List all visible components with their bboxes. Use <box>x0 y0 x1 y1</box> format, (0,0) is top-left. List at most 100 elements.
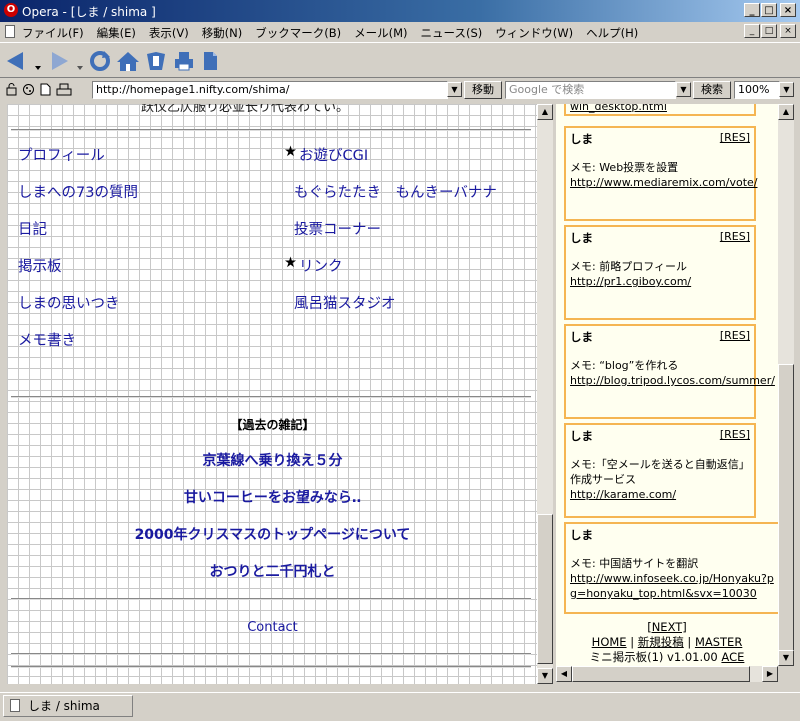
home-icon[interactable] <box>116 50 140 72</box>
new-post-link[interactable]: 新規投稿 <box>638 635 684 649</box>
document-icon <box>5 25 15 38</box>
menu-edit[interactable]: 編集(E) <box>97 25 136 41</box>
reload-icon[interactable] <box>88 50 112 72</box>
side-scrollbar[interactable]: ▲ ▼ <box>778 104 794 666</box>
print-icon[interactable] <box>173 50 195 72</box>
res-link[interactable]: [RES] <box>720 329 750 342</box>
forward-icon[interactable] <box>48 50 70 72</box>
menu-news[interactable]: ニュース(S) <box>421 25 483 41</box>
link-mole-monkey[interactable]: もぐらたたき もんきーバナナ <box>294 181 497 202</box>
link-vote-corner[interactable]: 投票コーナー <box>294 218 381 239</box>
divider <box>11 666 531 668</box>
mdi-restore-button[interactable]: □ <box>761 24 777 38</box>
address-bar: http://homepage1.nifty.com/shima/ ▼ 移動 G… <box>0 79 800 101</box>
post-url[interactable]: http://blog.tripod.lycos.com/summer/ <box>570 374 775 387</box>
link-thoughts[interactable]: しまの思いつき <box>18 292 120 313</box>
title-bar: O Opera - [しま / shima ] _ □ × <box>0 0 800 22</box>
bbs-post: しま メモ: 中国語サイトを翻訳 http://www.infoseek.co.j… <box>564 522 778 614</box>
menu-bookmarks[interactable]: ブックマーク(B) <box>255 25 341 41</box>
scroll-right-button[interactable]: ▶ <box>762 666 778 682</box>
res-link[interactable]: [RES] <box>720 131 750 144</box>
bbs-post: しま [RES] メモ:「空メールを送ると自動返信」作成サービス http://k… <box>564 423 756 518</box>
maximize-button[interactable]: □ <box>761 3 777 17</box>
minimize-button[interactable]: _ <box>744 3 760 17</box>
cookie-icon[interactable] <box>22 83 35 96</box>
post-url[interactable]: http://karame.com/ <box>570 488 676 501</box>
zoom-dropdown-button[interactable]: ▼ <box>779 82 794 97</box>
post-memo: メモ: “blog”を作れる <box>570 359 679 372</box>
link-past-note-4[interactable]: おつりと二千円札と <box>210 564 336 580</box>
separator: | <box>626 635 638 649</box>
toolbar <box>0 42 800 78</box>
link-past-note-2[interactable]: 甘いコーヒーをお望みなら‥ <box>184 490 361 506</box>
post-cut: win_desktop.html <box>564 104 756 116</box>
window-title: Opera - [しま / shima ] <box>22 5 156 19</box>
user-mode-icon[interactable] <box>56 83 72 96</box>
menu-window[interactable]: ウィンドウ(W) <box>495 25 573 41</box>
next-link[interactable]: [NEXT] <box>647 620 687 634</box>
scroll-down-button[interactable]: ▼ <box>778 650 794 666</box>
post-author: しま <box>570 429 593 443</box>
link-memo[interactable]: メモ書き <box>18 329 76 350</box>
scroll-down-button[interactable]: ▼ <box>537 668 553 684</box>
link-furoneko-studio[interactable]: 風呂猫スタジオ <box>294 292 396 313</box>
menu-navigate[interactable]: 移動(N) <box>202 25 243 41</box>
new-page-icon[interactable] <box>200 50 220 72</box>
mdi-close-button[interactable]: × <box>780 24 796 38</box>
forward-dropdown-icon[interactable] <box>76 57 84 79</box>
back-icon[interactable] <box>5 50 27 72</box>
bbs-version: ミニ掲示板(1) v1.01.00 <box>589 650 718 664</box>
scroll-thumb[interactable] <box>572 666 750 682</box>
opera-logo-icon: O <box>4 3 18 17</box>
security-icon[interactable] <box>5 83 18 96</box>
post-cut-url[interactable]: win_desktop.html <box>570 104 667 113</box>
address-input[interactable]: http://homepage1.nifty.com/shima/ <box>92 81 448 99</box>
back-dropdown-icon[interactable] <box>34 57 42 79</box>
scroll-left-button[interactable]: ◀ <box>556 666 572 682</box>
menu-mail[interactable]: メール(M) <box>354 25 407 41</box>
res-link[interactable]: [RES] <box>720 428 750 441</box>
link-past-note-3[interactable]: 2000年クリスマスのトップページについて <box>135 527 411 543</box>
home-link[interactable]: HOME <box>592 635 627 649</box>
mdi-minimize-button[interactable]: _ <box>744 24 760 38</box>
zoom-select[interactable]: 100% <box>734 81 780 99</box>
side-horizontal-scrollbar[interactable]: ◀ ▶ <box>556 666 778 682</box>
link-profile[interactable]: プロフィール <box>18 144 105 165</box>
past-notes-heading: 【過去の雑記】 <box>230 418 315 432</box>
scroll-up-button[interactable]: ▲ <box>537 104 553 120</box>
link-73-questions[interactable]: しまへの73の質問 <box>18 181 138 202</box>
search-engine-dropdown[interactable]: ▼ <box>676 82 691 97</box>
link-bbs[interactable]: 掲示板 <box>18 255 62 276</box>
ace-link[interactable]: ACE <box>721 650 744 664</box>
post-author: しま <box>570 330 593 344</box>
close-button[interactable]: × <box>780 3 796 17</box>
menu-file[interactable]: ファイル(F) <box>22 25 84 41</box>
search-input[interactable]: Google で検索 <box>505 81 676 99</box>
post-author: しま <box>570 528 593 542</box>
page-tab[interactable]: しま / shima <box>3 695 133 717</box>
hotlist-icon[interactable] <box>144 50 168 72</box>
link-links[interactable]: リンク <box>299 255 343 276</box>
contact-link[interactable]: Contact <box>247 620 298 635</box>
scroll-thumb[interactable] <box>778 364 794 664</box>
link-past-note-1[interactable]: 京葉線へ乗り換え５分 <box>203 453 343 469</box>
scroll-thumb[interactable] <box>537 514 553 664</box>
scroll-up-button[interactable]: ▲ <box>778 104 794 120</box>
main-scrollbar[interactable]: ▲ ▼ <box>537 104 553 684</box>
post-url[interactable]: http://www.mediaremix.com/vote/ <box>570 176 758 189</box>
divider <box>11 129 531 131</box>
address-dropdown-button[interactable]: ▼ <box>447 82 462 97</box>
post-url[interactable]: http://www.infoseek.co.jp/Honyaku?pg=hon… <box>570 572 774 600</box>
menu-view[interactable]: 表示(V) <box>149 25 189 41</box>
main-content-frame: 跃仪乙仄服り必並长り代表わてい。 プロフィール しまへの73の質問 日記 掲示板… <box>7 104 538 684</box>
search-button[interactable]: 検索 <box>693 81 731 99</box>
post-author: しま <box>570 231 593 245</box>
menu-help[interactable]: ヘルプ(H) <box>586 25 638 41</box>
master-link[interactable]: MASTER <box>695 635 742 649</box>
link-cgi-games[interactable]: お遊びCGI <box>299 144 368 165</box>
post-url[interactable]: http://pr1.cgiboy.com/ <box>570 275 691 288</box>
res-link[interactable]: [RES] <box>720 230 750 243</box>
page-info-icon[interactable] <box>39 83 52 96</box>
link-diary[interactable]: 日記 <box>18 218 47 239</box>
go-button[interactable]: 移動 <box>464 81 502 99</box>
